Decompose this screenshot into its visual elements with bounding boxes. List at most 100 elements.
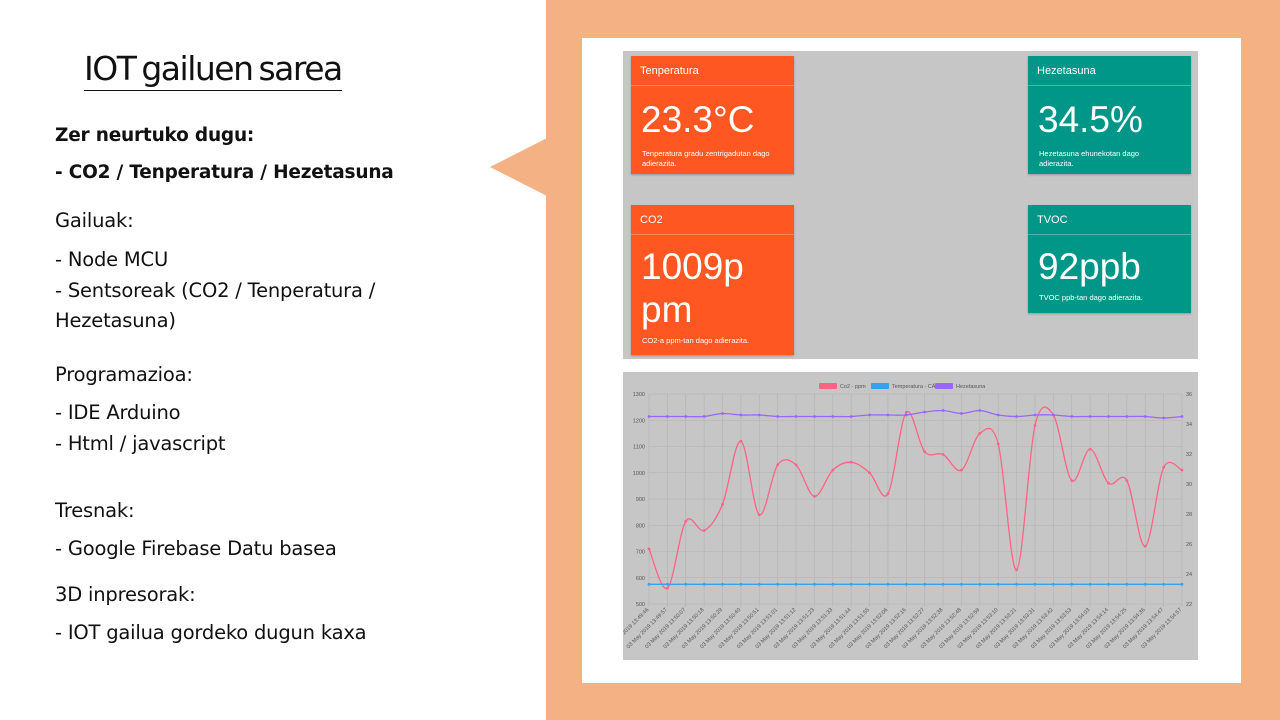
series-point-1 — [1125, 582, 1129, 586]
series-point-0 — [665, 586, 669, 590]
card-description-line: adierazita. — [1039, 159, 1074, 168]
series-point-2 — [1143, 415, 1147, 418]
series-point-2 — [684, 415, 688, 418]
left-tick-label: 800 — [636, 523, 645, 529]
series-point-0 — [1125, 479, 1129, 483]
series-point-2 — [904, 413, 908, 417]
series-point-2 — [739, 413, 743, 417]
series-point-2 — [1107, 415, 1110, 418]
left-tick-label: 500 — [636, 602, 645, 608]
measured-values: - CO2 / Tenperatura / Hezetasuna — [55, 162, 394, 183]
series-point-0 — [647, 547, 651, 551]
series-point-1 — [647, 582, 651, 586]
left-tick-label: 1200 — [633, 418, 645, 424]
device-item-nodemcu: - Node MCU — [55, 248, 169, 271]
series-point-2 — [868, 413, 871, 417]
card-value: 34.5% — [1038, 99, 1143, 140]
sensor-chart: 500 600 700 800 900 1000 1100 1200 1300 22 24 26 28 3… — [623, 372, 1198, 660]
series-point-0 — [886, 492, 890, 496]
series-point-1 — [996, 582, 1000, 586]
series-point-1 — [831, 582, 835, 586]
series-point-2 — [776, 415, 780, 418]
series-point-1 — [794, 582, 798, 586]
series-point-1 — [776, 582, 780, 586]
card-humidity: Hezetasuna 34.5% Hezetasuna ehunekotan d… — [1028, 56, 1191, 174]
card-title: TVOC — [1037, 214, 1068, 226]
series-point-1 — [1015, 582, 1018, 586]
series-point-1 — [1070, 582, 1074, 586]
series-point-1 — [739, 582, 743, 586]
series-point-0 — [739, 439, 743, 443]
series-point-1 — [757, 582, 761, 586]
series-point-2 — [1125, 415, 1129, 418]
series-point-2 — [960, 412, 963, 415]
series-point-2 — [702, 415, 706, 418]
series-line-2 — [649, 409, 1183, 419]
device-item-sensors: - Sentsoreak (CO2 / Tenperatura / — [55, 279, 376, 302]
device-item-sensors-cont: Hezetasuna) — [55, 309, 176, 332]
series-point-0 — [1107, 481, 1110, 485]
series-point-0 — [813, 494, 816, 498]
series-point-2 — [831, 415, 835, 418]
series-point-1 — [684, 582, 688, 586]
series-point-1 — [923, 582, 927, 586]
series-point-1 — [1143, 582, 1147, 586]
left-tick-label: 1300 — [633, 392, 645, 398]
card-description: TVOC ppb-tan dago adierazita. — [1039, 293, 1143, 302]
chart-canvas: 500 600 700 800 900 1000 1100 1200 1300 22 24 26 28 3… — [623, 383, 1192, 650]
card-description-line: Hezetasuna ehunekotan dago — [1039, 149, 1140, 158]
series-point-2 — [1180, 415, 1184, 418]
section-heading-tools: Tresnak: — [55, 499, 135, 522]
card-temperature: Tenperatura 23.3°C Tenperatura gradu zen… — [631, 56, 794, 174]
card-co2: CO2 1009p pm CO2-a ppm-tan dago adierazi… — [631, 205, 794, 355]
card-title: Hezetasuna — [1037, 65, 1096, 77]
card-divider — [1028, 85, 1191, 86]
series-point-1 — [665, 582, 669, 586]
series-point-0 — [960, 468, 963, 472]
series-point-0 — [978, 431, 982, 435]
series-point-1 — [1051, 582, 1055, 586]
series-point-1 — [849, 582, 853, 586]
series-point-1 — [886, 582, 890, 586]
series-point-2 — [1070, 415, 1074, 418]
series-point-1 — [702, 582, 706, 586]
card-value-line: 1009p — [641, 246, 744, 287]
legend-swatch — [871, 383, 889, 389]
series-point-1 — [941, 582, 945, 586]
series-point-2 — [941, 409, 945, 412]
legend-label: Co2 - ppm — [840, 384, 866, 390]
card-description-line: adierazita. — [642, 159, 677, 168]
series-point-0 — [1180, 468, 1184, 472]
series-point-0 — [1070, 479, 1074, 483]
series-point-0 — [868, 471, 871, 475]
card-value-line: pm — [641, 289, 693, 330]
card-value: 23.3°C — [641, 99, 755, 140]
series-point-0 — [1088, 447, 1092, 451]
series-point-2 — [923, 410, 927, 414]
slide-title: IOT gailuen sarea — [84, 50, 343, 91]
card-title: Tenperatura — [640, 65, 699, 77]
left-tick-label: 1100 — [633, 445, 645, 451]
callout-pointer — [490, 138, 547, 196]
series-point-2 — [757, 413, 761, 417]
card-description-line: Tenperatura gradu zentrigadutan dago — [642, 149, 770, 158]
series-point-1 — [1088, 582, 1092, 586]
right-tick-label: 28 — [1186, 512, 1192, 518]
card-title: CO2 — [640, 214, 663, 226]
series-point-1 — [868, 582, 871, 586]
series-point-0 — [1162, 466, 1166, 469]
series-point-0 — [1033, 424, 1037, 427]
series-point-2 — [849, 415, 853, 418]
right-tick-label: 36 — [1186, 392, 1192, 398]
series-point-2 — [813, 415, 816, 418]
card-description: Tenperatura gradu zentrigadutan dago adi… — [642, 149, 770, 169]
section-heading-devices: Gailuak: — [55, 209, 134, 232]
right-tick-label: 34 — [1186, 422, 1192, 428]
series-point-0 — [1015, 568, 1018, 572]
dashboard-panel: Tenperatura 23.3°C Tenperatura gradu zen… — [623, 51, 1198, 359]
series-point-0 — [941, 452, 945, 456]
series-point-1 — [960, 582, 963, 586]
tools-item-firebase: - Google Firebase Datu basea — [55, 537, 337, 560]
series-point-0 — [923, 450, 927, 454]
series-point-0 — [831, 468, 835, 472]
